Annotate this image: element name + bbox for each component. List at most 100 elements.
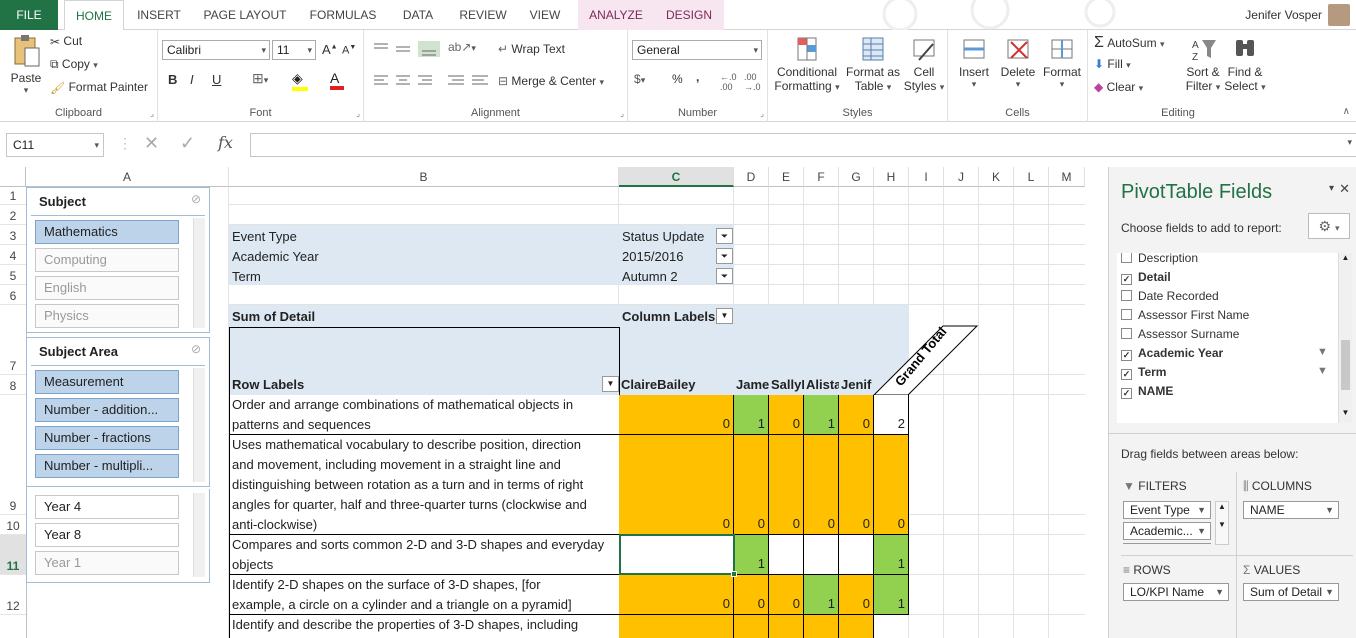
close-pane-icon[interactable]: ✕: [1339, 181, 1350, 197]
column-header-g[interactable]: G: [839, 167, 874, 187]
pivot-value-cell[interactable]: 0: [769, 435, 804, 535]
column-header-m[interactable]: M: [1049, 167, 1085, 187]
row-header-10[interactable]: 10: [0, 515, 26, 535]
font-name-select[interactable]: Calibri ▾: [162, 40, 270, 60]
expand-formula-icon[interactable]: ▾: [1347, 137, 1352, 148]
clear-button[interactable]: ◆ Clear ▾: [1094, 80, 1143, 94]
number-format-select[interactable]: General ▾: [632, 40, 762, 60]
row-header-4[interactable]: 4: [0, 245, 26, 265]
pivot-value-cell[interactable]: [839, 535, 874, 575]
worksheet-grid[interactable]: ABCDEFGHIJKLM 1 2 3 4 5 6 7 8 9 10 11 12 Event Type…: [0, 167, 1085, 638]
pivot-value-cell[interactable]: 0: [619, 575, 734, 615]
value-area-item[interactable]: Sum of Detail ▼: [1243, 583, 1339, 601]
tab-file[interactable]: FILE: [0, 0, 58, 30]
paste-dropdown-icon[interactable]: ▾: [6, 85, 46, 96]
column-labels-dropdown-icon[interactable]: ▼: [716, 308, 733, 324]
field-list[interactable]: Description ✓ Detail Date Recorded Assessor …: [1117, 253, 1347, 423]
formula-input[interactable]: [250, 133, 1356, 157]
merge-center-button[interactable]: ⊟ Merge & Center ▾: [498, 74, 604, 88]
column-header-c[interactable]: C: [619, 167, 734, 187]
percent-button[interactable]: %: [672, 72, 683, 86]
tab-formulas[interactable]: FORMULAS: [302, 0, 384, 30]
pivot-value-cell[interactable]: 0: [874, 435, 909, 535]
row-header-11[interactable]: 11: [0, 535, 26, 575]
field-item[interactable]: ✓ NAME: [1121, 382, 1173, 401]
column-header-d[interactable]: D: [734, 167, 769, 187]
column-header-h[interactable]: H: [874, 167, 909, 187]
copy-button[interactable]: ⧉ Copy ▾: [50, 57, 98, 72]
italic-button[interactable]: I: [190, 72, 194, 87]
pivot-value-cell[interactable]: 1: [874, 535, 909, 575]
pivot-value-cell[interactable]: 0: [839, 575, 874, 615]
decrease-decimal-icon[interactable]: .00 →.0: [744, 72, 761, 92]
clear-filter-icon[interactable]: ⊘: [191, 192, 201, 206]
slicer-item[interactable]: Mathematics: [35, 220, 179, 244]
filter-applied-icon[interactable]: ⏷: [716, 268, 733, 284]
gear-icon[interactable]: ⚙ ▾: [1308, 213, 1350, 239]
pivot-value-cell[interactable]: 2: [874, 395, 909, 435]
tab-home[interactable]: HOME: [64, 0, 124, 31]
pivot-value-cell[interactable]: [804, 615, 839, 638]
select-all-corner[interactable]: [0, 167, 26, 187]
field-checkbox[interactable]: [1121, 253, 1132, 263]
fill-button[interactable]: ⬇ Fill ▾: [1094, 57, 1131, 71]
font-color-button[interactable]: A: [330, 70, 344, 90]
pivot-value-cell[interactable]: 0: [804, 435, 839, 535]
row-header-3[interactable]: 3: [0, 225, 26, 245]
tab-design[interactable]: DESIGN: [654, 0, 724, 30]
pivot-value-cell[interactable]: 0: [619, 435, 734, 535]
pivot-value-cell[interactable]: [769, 615, 804, 638]
column-header-i[interactable]: I: [909, 167, 944, 187]
pane-options-icon[interactable]: ▾: [1329, 183, 1334, 194]
dialog-launcher-icon[interactable]: ⌟: [620, 109, 624, 118]
row-header-1[interactable]: 1: [0, 187, 26, 205]
pivot-value-cell[interactable]: 0: [619, 395, 734, 435]
horizontal-align-icons[interactable]: [372, 74, 492, 88]
copy-dropdown-icon[interactable]: ▾: [93, 60, 98, 70]
tab-view[interactable]: VIEW: [522, 0, 568, 30]
pivot-value-cell[interactable]: 0: [734, 575, 769, 615]
pivot-value-cell[interactable]: 1: [734, 535, 769, 575]
field-checkbox[interactable]: [1121, 290, 1132, 301]
pivot-value-cell[interactable]: 0: [769, 575, 804, 615]
slicer-item[interactable]: Measurement: [35, 370, 179, 394]
sort-filter-button[interactable]: AZ Sort & Filter ▾: [1182, 34, 1224, 93]
format-as-table-button[interactable]: Format as Table ▾: [844, 34, 902, 93]
insert-function-icon[interactable]: fx: [218, 133, 233, 152]
slicer-item[interactable]: Computing: [35, 248, 179, 272]
slicer-item[interactable]: Number - fractions: [35, 426, 179, 450]
field-checkbox[interactable]: ✓: [1121, 350, 1132, 361]
row-header-6[interactable]: 6: [0, 285, 26, 305]
filters-scrollbar[interactable]: ▲ ▼: [1215, 501, 1229, 545]
tab-analyze[interactable]: ANALYZE: [578, 0, 654, 30]
slicer-scrollbar[interactable]: [193, 218, 205, 328]
row-header-9[interactable]: 9: [0, 395, 26, 515]
filter-applied-icon[interactable]: ⏷: [716, 228, 733, 244]
pivot-value-cell[interactable]: [839, 615, 874, 638]
field-checkbox[interactable]: ✓: [1121, 274, 1132, 285]
dialog-launcher-icon[interactable]: ⌟: [150, 109, 154, 118]
pivot-value-cell[interactable]: 1: [804, 575, 839, 615]
delete-cells-button[interactable]: Delete ▾: [996, 34, 1040, 90]
active-cell-c11[interactable]: [619, 534, 735, 575]
field-item[interactable]: ✓ Academic Year: [1121, 344, 1223, 363]
find-select-button[interactable]: Find & Select ▾: [1224, 34, 1266, 93]
format-cells-button[interactable]: Format ▾: [1040, 34, 1084, 90]
row-header-2[interactable]: 2: [0, 205, 26, 225]
column-header-k[interactable]: K: [979, 167, 1014, 187]
borders-icon[interactable]: ⊞▾: [252, 70, 268, 87]
slicer-item[interactable]: Year 1: [35, 551, 179, 575]
field-item[interactable]: Date Recorded: [1121, 287, 1219, 306]
slicer-item[interactable]: Number - multipli...: [35, 454, 179, 478]
format-painter-button[interactable]: 🖌 Format Painter: [50, 80, 148, 95]
comma-button[interactable]: ,: [696, 70, 699, 84]
fill-handle[interactable]: [731, 571, 737, 577]
pivot-value-cell[interactable]: 1: [804, 395, 839, 435]
field-checkbox[interactable]: ✓: [1121, 369, 1132, 380]
dialog-launcher-icon[interactable]: ⌟: [356, 109, 360, 118]
row-area-item[interactable]: LO/KPI Name ▼: [1123, 583, 1229, 601]
slicer-item[interactable]: Year 4: [35, 495, 179, 519]
increase-font-icon[interactable]: A▲: [322, 42, 338, 57]
cancel-icon[interactable]: ✕: [144, 133, 159, 154]
row-header-5[interactable]: 5: [0, 265, 26, 285]
